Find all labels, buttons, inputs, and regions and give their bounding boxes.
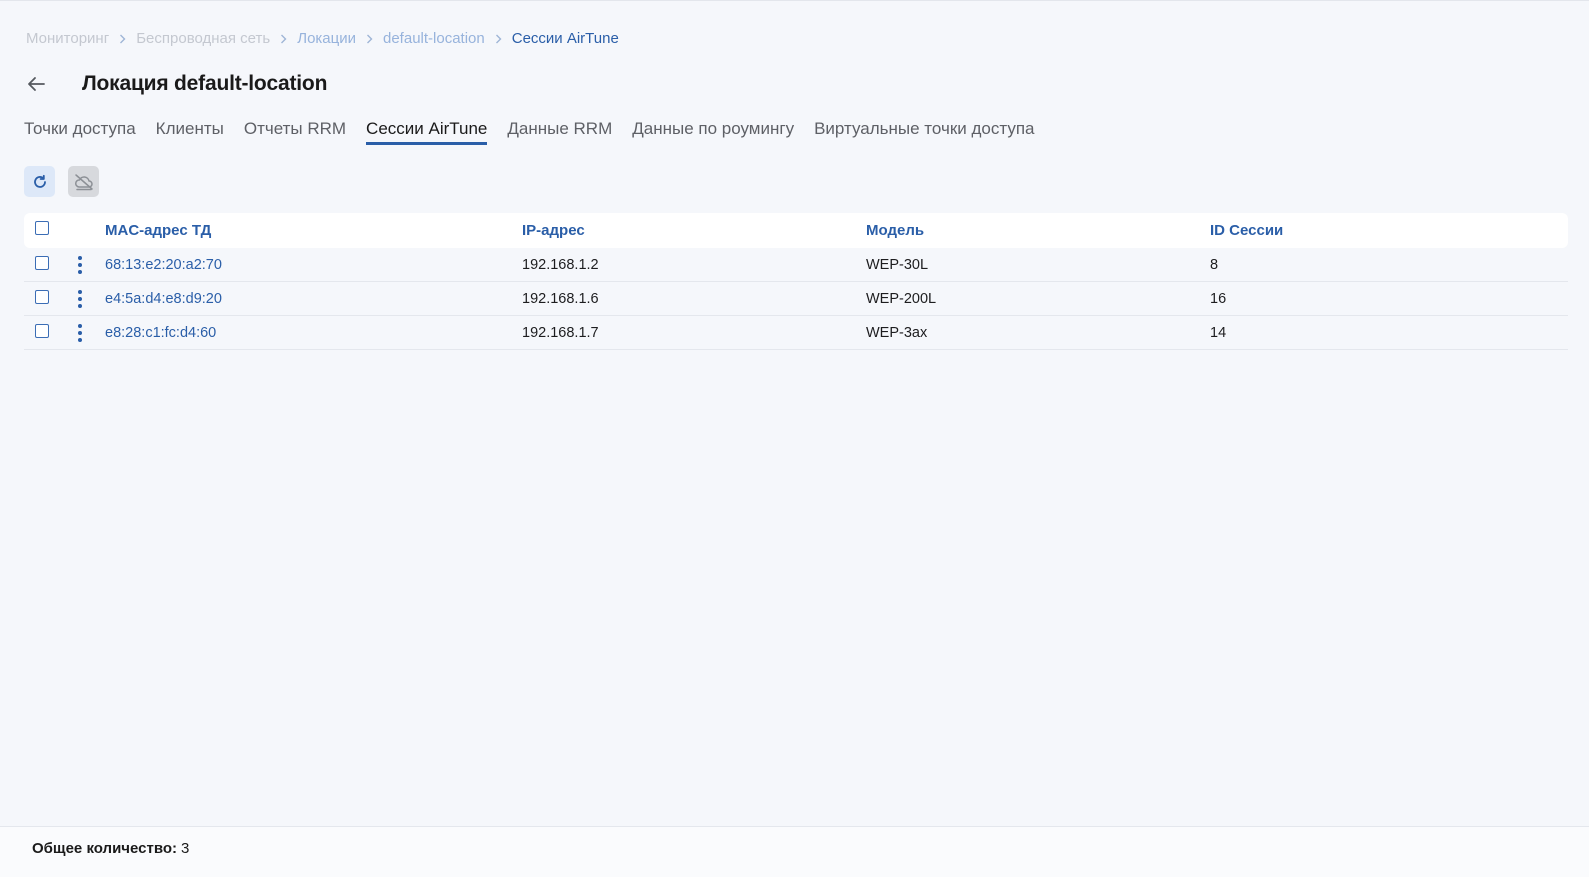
breadcrumb-item-current: Сессии AirTune bbox=[511, 30, 619, 47]
row-checkbox[interactable] bbox=[35, 256, 49, 270]
table-row: 68:13:e2:20:a2:70 192.168.1.2 WEP-30L 8 bbox=[24, 248, 1568, 282]
page-header: Локация default-location bbox=[24, 69, 327, 99]
column-header-session-id[interactable]: ID Сессии bbox=[1210, 222, 1283, 239]
kebab-menu-icon[interactable] bbox=[76, 290, 84, 310]
tab-clients[interactable]: Клиенты bbox=[156, 119, 224, 145]
column-header-ip[interactable]: IP-адрес bbox=[522, 222, 585, 239]
cell-ip: 192.168.1.7 bbox=[522, 325, 599, 341]
cell-mac[interactable]: 68:13:e2:20:a2:70 bbox=[105, 257, 222, 273]
breadcrumb-item-default-location[interactable]: default-location bbox=[383, 30, 485, 47]
breadcrumb-item-monitoring[interactable]: Мониторинг bbox=[26, 30, 109, 47]
column-header-model[interactable]: Модель bbox=[866, 222, 924, 239]
back-button[interactable] bbox=[24, 69, 48, 99]
page-title: Локация default-location bbox=[82, 72, 328, 95]
tab-rrm-data[interactable]: Данные RRM bbox=[507, 119, 612, 145]
toolbar bbox=[24, 166, 112, 197]
tab-rrm-reports[interactable]: Отчеты RRM bbox=[244, 119, 346, 145]
arrow-left-icon bbox=[28, 77, 45, 91]
kebab-menu-icon[interactable] bbox=[76, 324, 84, 344]
table-row: e8:28:c1:fc:d4:60 192.168.1.7 WEP-3ax 14 bbox=[24, 316, 1568, 350]
tab-roaming-data[interactable]: Данные по роумингу bbox=[632, 119, 794, 145]
disconnect-button[interactable] bbox=[68, 166, 99, 197]
footer: Общее количество: 3 bbox=[0, 826, 1589, 877]
breadcrumb-item-locations[interactable]: Локации bbox=[297, 30, 356, 47]
chevron-right-icon bbox=[119, 34, 126, 44]
cell-model: WEP-3ax bbox=[866, 325, 928, 341]
cell-session-id: 8 bbox=[1210, 257, 1219, 273]
kebab-menu-icon[interactable] bbox=[76, 256, 84, 276]
refresh-icon bbox=[33, 174, 46, 188]
cell-session-id: 16 bbox=[1210, 291, 1227, 307]
total-count: Общее количество: 3 bbox=[32, 840, 189, 857]
total-count-value: 3 bbox=[181, 840, 190, 857]
table-header: MAC-адрес ТД IP-адрес Модель ID Сессии bbox=[24, 213, 1568, 248]
cell-model: WEP-30L bbox=[866, 257, 929, 273]
breadcrumb-item-wireless[interactable]: Беспроводная сеть bbox=[136, 30, 270, 47]
page: Мониторинг Беспроводная сеть Локации def… bbox=[0, 0, 1589, 877]
cell-model: WEP-200L bbox=[866, 291, 937, 307]
tab-airtune-sessions[interactable]: Сессии AirTune bbox=[366, 119, 488, 145]
tab-bar: Точки доступа Клиенты Отчеты RRM Сессии … bbox=[24, 119, 1055, 145]
column-header-mac[interactable]: MAC-адрес ТД bbox=[105, 222, 211, 239]
sessions-table: MAC-адрес ТД IP-адрес Модель ID Сессии 6… bbox=[24, 213, 1568, 350]
chevron-right-icon bbox=[280, 34, 287, 44]
total-count-label: Общее количество: bbox=[32, 840, 178, 857]
chevron-right-icon bbox=[366, 34, 373, 44]
cell-ip: 192.168.1.2 bbox=[522, 257, 599, 273]
select-all-checkbox[interactable] bbox=[35, 221, 49, 235]
table-row: e4:5a:d4:e8:d9:20 192.168.1.6 WEP-200L 1… bbox=[24, 282, 1568, 316]
row-checkbox[interactable] bbox=[35, 290, 49, 304]
refresh-button[interactable] bbox=[24, 166, 55, 197]
row-checkbox[interactable] bbox=[35, 324, 49, 338]
tab-access-points[interactable]: Точки доступа bbox=[24, 119, 136, 145]
cloud-off-icon bbox=[74, 173, 93, 190]
cell-mac[interactable]: e4:5a:d4:e8:d9:20 bbox=[105, 291, 222, 307]
cell-session-id: 14 bbox=[1210, 325, 1227, 341]
cell-ip: 192.168.1.6 bbox=[522, 291, 599, 307]
cell-mac[interactable]: e8:28:c1:fc:d4:60 bbox=[105, 325, 216, 341]
chevron-right-icon bbox=[495, 34, 502, 44]
breadcrumb: Мониторинг Беспроводная сеть Локации def… bbox=[26, 30, 619, 47]
tab-virtual-access-points[interactable]: Виртуальные точки доступа bbox=[814, 119, 1034, 145]
